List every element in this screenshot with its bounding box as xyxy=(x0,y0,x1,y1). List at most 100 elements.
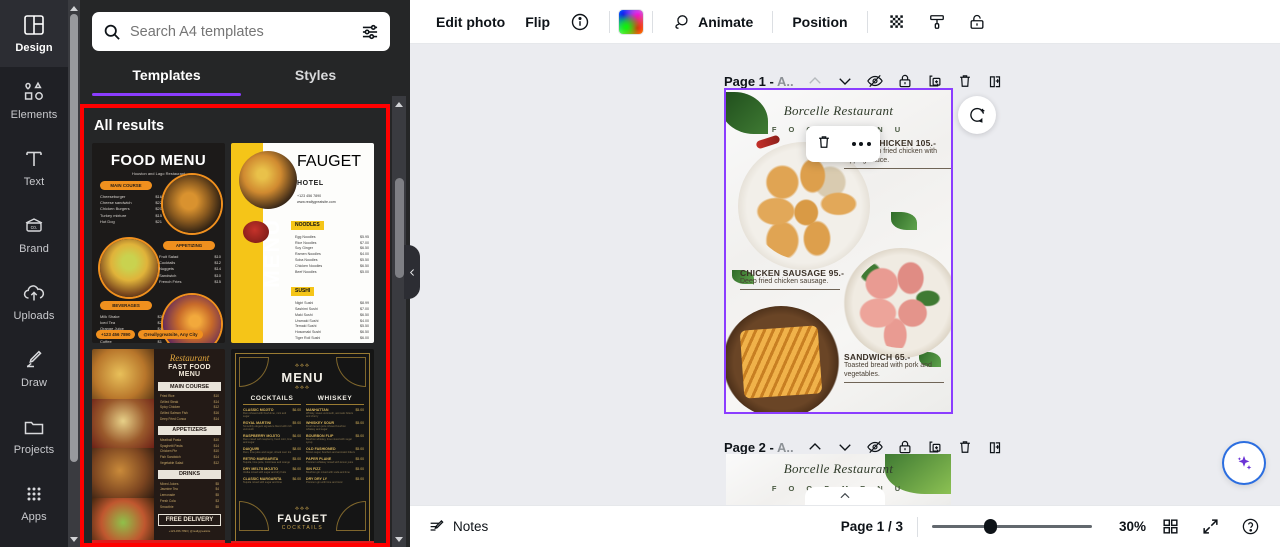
t3-photo xyxy=(92,448,154,498)
bottom-bar-right: Page 1 / 3 30% xyxy=(841,511,1280,543)
add-page2-button[interactable] xyxy=(980,432,1010,462)
search-bar[interactable] xyxy=(92,12,390,51)
delete-page2-button[interactable] xyxy=(950,432,980,462)
template-card-food-menu[interactable]: FOOD MENU Houston and Lago Restaurant MA… xyxy=(92,143,225,343)
magic-assistant-button[interactable] xyxy=(1224,443,1264,483)
menu-item-name: SANDWICH 65.- xyxy=(844,352,911,362)
t3-row-price: $3 xyxy=(215,499,219,504)
t3-title: FAST FOOD MENU xyxy=(168,364,211,378)
t2-row-price: $6.50 xyxy=(360,263,369,268)
info-icon xyxy=(570,12,590,32)
t2-row-price: $4.00 xyxy=(360,318,369,323)
fullscreen-button[interactable] xyxy=(1194,511,1226,543)
t3-row-price: $4 xyxy=(215,487,219,492)
t4-item-desc: Rum mixed with raspberry, fresh mint, li… xyxy=(243,438,292,444)
collapse-canvas-tab[interactable] xyxy=(805,487,885,505)
color-swatch[interactable] xyxy=(619,9,644,34)
info-button[interactable] xyxy=(560,5,600,39)
template-results-list: All results FOOD MENU Houston and Lago R… xyxy=(84,108,386,543)
sidebar-item-design[interactable]: Design xyxy=(0,0,68,67)
zoom-slider-track xyxy=(932,525,1092,528)
sidebar-label-projects: Projects xyxy=(13,444,55,456)
t2-website: www.reallygreatsite.com xyxy=(297,200,336,204)
t2-row-name: Rice Noodles xyxy=(295,240,317,245)
trash-icon xyxy=(959,441,970,453)
grid-view-icon xyxy=(1162,519,1178,534)
t1-row-price: $15 xyxy=(155,212,162,218)
zoom-slider-knob[interactable] xyxy=(984,519,997,534)
rail-scroll-thumb[interactable] xyxy=(70,14,78,462)
panel-scroll-down-arrow[interactable] xyxy=(392,532,406,546)
collapse-panel-button[interactable] xyxy=(404,245,420,299)
sandwich-toast xyxy=(739,325,823,399)
menu-item-label-2: CHICKEN SAUSAGE 95.- Deep fried chicken … xyxy=(740,268,844,290)
template-card-fauget-hotel[interactable]: MENU FAUGET HOTEL +123 456 7890 www.real… xyxy=(231,143,374,343)
zoom-slider[interactable] xyxy=(932,519,1092,535)
flip-button[interactable]: Flip xyxy=(515,7,560,37)
t2-row-price: $5.50 xyxy=(360,324,369,329)
rail-scrollbar[interactable] xyxy=(68,0,80,547)
add-page-icon xyxy=(989,76,1000,88)
t3-row-name: Vegetable Salad xyxy=(160,460,184,465)
t2-row-name: Egg Noodles xyxy=(295,234,316,239)
t3-row-name: Mixed Juices xyxy=(160,481,179,486)
add-comment-button[interactable] xyxy=(958,96,996,134)
copy-style-button[interactable] xyxy=(917,5,957,39)
t3-row-name: Lemonade xyxy=(160,493,176,498)
help-button[interactable] xyxy=(1234,511,1266,543)
t4-item-price: $5.00 xyxy=(355,477,365,481)
sidebar-item-draw[interactable]: Draw xyxy=(0,335,68,402)
add-page-button[interactable] xyxy=(980,66,1010,96)
template-card-fast-food-menu[interactable]: Restaurant FAST FOOD MENU MAIN COURSE Fr… xyxy=(92,349,225,543)
edit-photo-button[interactable]: Edit photo xyxy=(426,7,515,37)
sausages xyxy=(853,256,949,348)
notes-icon xyxy=(430,519,444,531)
template-card-fauget-cocktails[interactable]: ⟡⟡⟡ MENU ⟡⟡⟡ COCKTAILS CLASSIC MOJITO Rum… xyxy=(231,349,374,543)
delete-page-button[interactable] xyxy=(950,66,980,96)
sidebar-item-uploads[interactable]: Uploads xyxy=(0,268,68,335)
t2-row-name: Sashimi Sushi xyxy=(295,307,318,312)
t3-row-price: $14 xyxy=(213,443,219,448)
rail-scroll-down-arrow[interactable] xyxy=(68,533,80,545)
tab-styles[interactable]: Styles xyxy=(241,58,390,96)
projects-icon xyxy=(22,415,46,439)
t3-photo-column xyxy=(92,349,154,543)
tab-templates[interactable]: Templates xyxy=(92,58,241,96)
t3-row-price: $16 xyxy=(213,411,219,416)
t4-item-desc: Vodka mixed with sugar and dry fruits xyxy=(243,471,287,474)
sidebar-label-elements: Elements xyxy=(10,109,58,121)
position-button[interactable]: Position xyxy=(782,7,857,37)
zoom-level-label: 30% xyxy=(1118,519,1146,534)
transparency-icon xyxy=(887,12,907,32)
notes-button[interactable]: Notes xyxy=(428,518,488,536)
filter-sliders-icon[interactable] xyxy=(360,22,380,42)
trash-icon[interactable] xyxy=(815,133,833,156)
t4-red-strip xyxy=(231,541,374,543)
canvas-area[interactable]: Page 1 - A.. Borcelle Restaurant F O O D… xyxy=(410,44,1280,505)
t2-row-price: $6.50 xyxy=(360,246,369,251)
panel-scroll-thumb[interactable] xyxy=(395,178,404,278)
transparency-button[interactable] xyxy=(877,5,917,39)
t3-photo xyxy=(92,349,154,399)
sidebar-item-brand[interactable]: co. Brand xyxy=(0,201,68,268)
sidebar-item-elements[interactable]: Elements xyxy=(0,67,68,134)
t1-section-heading: BEVERAGES xyxy=(100,301,152,310)
rail-scroll-up-arrow[interactable] xyxy=(68,2,80,14)
sidebar-item-projects[interactable]: Projects xyxy=(0,402,68,469)
panel-scrollbar[interactable] xyxy=(392,96,406,547)
t1-row-price: $12 xyxy=(214,260,221,266)
animate-button[interactable]: Animate xyxy=(662,5,763,39)
t2-section-heading: NOODLES xyxy=(291,220,324,230)
lock-button[interactable] xyxy=(957,5,997,39)
sidebar-item-apps[interactable]: Apps xyxy=(0,469,68,536)
sidebar-item-text[interactable]: Text xyxy=(0,134,68,201)
more-options-icon[interactable] xyxy=(851,142,871,146)
panel-scroll-up-arrow[interactable] xyxy=(392,97,406,111)
search-input[interactable] xyxy=(130,23,352,40)
grid-view-button[interactable] xyxy=(1154,511,1186,543)
add-comment-icon xyxy=(969,107,984,123)
element-float-toolbar[interactable] xyxy=(806,126,880,162)
t2-row-name: Chicken Noodles xyxy=(295,263,323,268)
t3-row-name: Smoothie xyxy=(160,504,174,509)
t4-item-price: $5.00 xyxy=(355,457,365,461)
